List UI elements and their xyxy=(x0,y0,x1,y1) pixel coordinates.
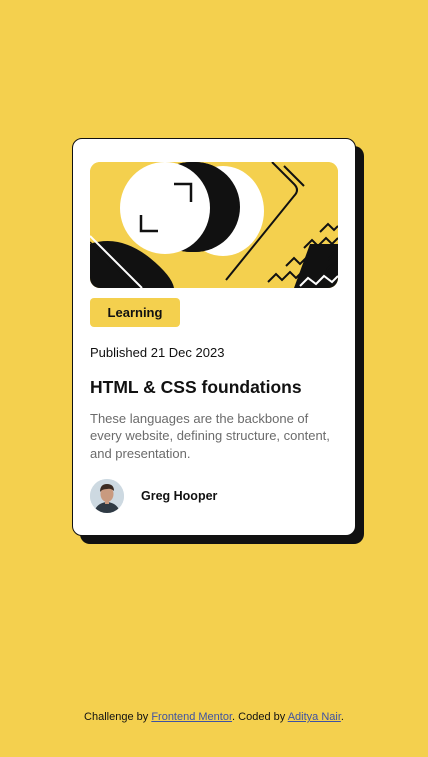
blog-preview-card: Learning Published 21 Dec 2023 HTML & CS… xyxy=(72,138,356,536)
attribution-suffix: . xyxy=(340,711,344,723)
author-link[interactable]: Aditya Nair xyxy=(288,711,341,723)
published-date: Published 21 Dec 2023 xyxy=(90,345,225,360)
attribution: Challenge by Frontend Mentor. Coded by A… xyxy=(0,711,428,723)
category-tag: Learning xyxy=(90,298,180,327)
attribution-prefix: Challenge by xyxy=(84,711,152,723)
card-title[interactable]: HTML & CSS foundations xyxy=(90,377,302,398)
author-name: Greg Hooper xyxy=(141,489,218,503)
illustration-image xyxy=(90,162,338,288)
avatar xyxy=(90,479,124,513)
frontend-mentor-link[interactable]: Frontend Mentor xyxy=(151,711,232,723)
author: Greg Hooper xyxy=(90,479,217,513)
attribution-middle: . Coded by xyxy=(232,711,288,723)
card-description: These languages are the backbone of ever… xyxy=(90,411,330,461)
